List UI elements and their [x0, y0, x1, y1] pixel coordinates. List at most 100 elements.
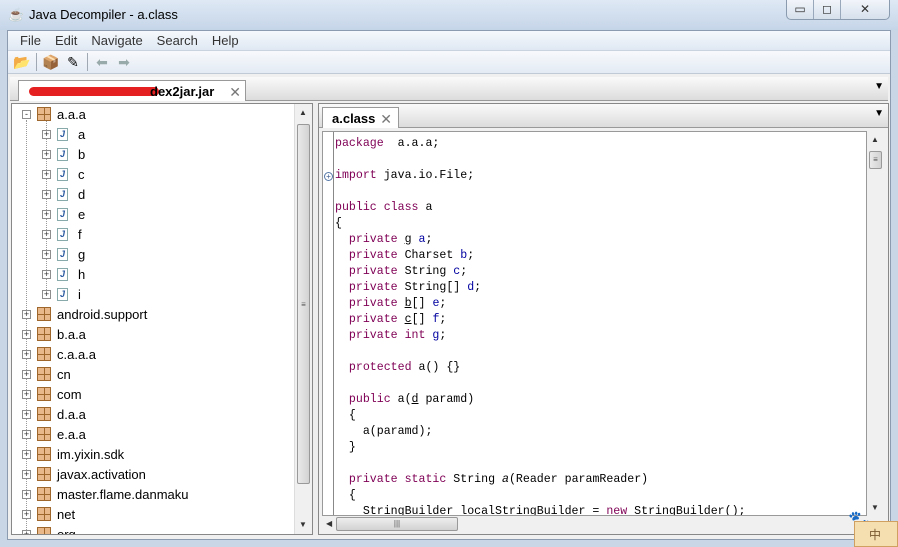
toolbar: 📂 📦 ✎ ⬅ ➡ [8, 51, 890, 74]
close-button[interactable]: ✕ [841, 0, 889, 19]
main-window: File Edit Navigate Search Help 📂 📦 ✎ ⬅ ➡ dex2jar… [7, 30, 891, 540]
code-horizontal-scrollbar[interactable]: ◀ ||| [322, 516, 867, 533]
expand-icon[interactable]: + [22, 309, 31, 319]
tab-jar-file[interactable]: dex2jar.jar ✕ [18, 80, 246, 101]
expand-icon[interactable]: + [22, 489, 31, 499]
close-tab-icon[interactable]: ✕ [380, 111, 392, 128]
tree-item-package[interactable]: + e.a.a [22, 424, 86, 444]
expand-icon[interactable]: + [22, 389, 31, 399]
expand-icon[interactable]: + [22, 349, 31, 359]
tree-item-class[interactable]: + Jb [42, 144, 85, 164]
forward-button[interactable]: ➡ [113, 52, 135, 72]
ime-indicator[interactable]: 中 [854, 521, 898, 547]
class-tab-bar: a.class ✕ ▼ [319, 104, 888, 128]
tab-list-dropdown-icon[interactable]: ▼ [874, 81, 884, 92]
expand-icon[interactable]: + [42, 229, 51, 239]
tree-item-class[interactable]: + Jh [42, 264, 85, 284]
tree-item-package[interactable]: + im.yixin.sdk [22, 444, 124, 464]
source-code-view[interactable]: package a.a.a; import java.io.File; public… [322, 131, 867, 516]
tree-item-label: b [78, 146, 86, 162]
scroll-thumb[interactable]: ||| [336, 517, 458, 531]
maximize-button[interactable]: ◻ [814, 0, 841, 19]
tree-item-class[interactable]: + Jg [42, 244, 85, 264]
code-vertical-scrollbar[interactable]: ▲ ≡ ▼ [867, 131, 885, 516]
tree-item-class[interactable]: + Jd [42, 184, 85, 204]
expand-icon[interactable]: + [42, 209, 51, 219]
expand-icon[interactable]: + [22, 469, 31, 479]
tree-item-package[interactable]: + d.a.a [22, 404, 86, 424]
collapse-icon[interactable]: - [22, 109, 31, 119]
tree-item-package[interactable]: + com [22, 384, 82, 404]
code-token: Charset [397, 249, 461, 262]
menu-file[interactable]: File [13, 31, 48, 50]
expand-icon[interactable]: + [42, 249, 51, 259]
tab-list-dropdown-icon[interactable]: ▼ [874, 108, 884, 119]
tree-item-package[interactable]: + net [22, 504, 75, 524]
scroll-down-icon[interactable]: ▼ [299, 520, 307, 529]
package-icon [37, 467, 51, 481]
search-button[interactable]: ✎ [62, 52, 84, 72]
expand-icon[interactable]: + [22, 449, 31, 459]
tree-item-package[interactable]: + master.flame.danmaku [22, 484, 189, 504]
menu-search[interactable]: Search [150, 31, 205, 50]
tab-a-class[interactable]: a.class ✕ [322, 107, 399, 128]
expand-icon[interactable]: + [22, 329, 31, 339]
search-icon: ✎ [67, 54, 79, 70]
tree-item-package[interactable]: + c.a.a.a [22, 344, 96, 364]
tree-item-package[interactable]: + cn [22, 364, 71, 384]
back-button[interactable]: ⬅ [91, 52, 113, 72]
scroll-left-icon[interactable]: ◀ [326, 519, 332, 528]
menu-edit[interactable]: Edit [48, 31, 84, 50]
tree-item-package[interactable]: + android.support [22, 304, 147, 324]
expand-icon[interactable]: + [42, 189, 51, 199]
expand-icon[interactable]: + [42, 289, 51, 299]
code-line: a(paramd); [335, 424, 433, 440]
java-class-file-icon: J [57, 247, 68, 261]
package-icon [37, 407, 51, 421]
close-tab-icon[interactable]: ✕ [229, 84, 241, 101]
expand-icon[interactable]: + [42, 169, 51, 179]
tree-item-class[interactable]: + Jc [42, 164, 85, 184]
expand-icon[interactable]: + [22, 529, 31, 534]
tree-item-class[interactable]: + Ji [42, 284, 81, 304]
code-token: a( [390, 393, 412, 406]
expand-icon[interactable]: + [22, 509, 31, 519]
tree-item-package[interactable]: - a.a.a [22, 104, 86, 124]
package-icon [37, 527, 51, 534]
scroll-thumb[interactable]: ≡ [297, 124, 310, 484]
expand-icon[interactable]: + [22, 369, 31, 379]
minimize-button[interactable]: ▭ [787, 0, 814, 19]
menu-help[interactable]: Help [205, 31, 246, 50]
tree-item-package[interactable]: + org [22, 524, 76, 534]
tree-item-class[interactable]: + Ja [42, 124, 85, 144]
expand-icon[interactable]: + [42, 149, 51, 159]
expand-icon[interactable]: + [42, 269, 51, 279]
tree-item-class[interactable]: + Jf [42, 224, 82, 244]
scroll-thumb[interactable]: ≡ [869, 151, 882, 169]
code-line: public a(d paramd) [335, 392, 474, 408]
expand-icon[interactable]: + [22, 409, 31, 419]
package-icon [37, 367, 51, 381]
open-type-button[interactable]: 📦 [40, 52, 62, 72]
code-line: private String[] d; [335, 280, 481, 296]
code-token: public class [335, 201, 419, 214]
expand-icon[interactable]: + [22, 429, 31, 439]
tree-scrollbar[interactable]: ▲ ≡ ▼ [294, 104, 312, 534]
tree-item-package[interactable]: + b.a.a [22, 324, 86, 344]
scroll-up-icon[interactable]: ▲ [299, 108, 307, 117]
tree-item-label: org [57, 526, 76, 535]
scroll-up-icon[interactable]: ▲ [871, 135, 879, 144]
tree-item-class[interactable]: + Je [42, 204, 85, 224]
expand-fold-icon[interactable]: + [324, 172, 333, 181]
open-file-button[interactable]: 📂 [11, 52, 33, 72]
scroll-down-icon[interactable]: ▼ [871, 503, 879, 512]
menu-navigate[interactable]: Navigate [84, 31, 149, 50]
code-line: StringBuilder localStringBuilder = new S… [335, 504, 746, 515]
expand-icon[interactable]: + [42, 129, 51, 139]
tree-item-package[interactable]: + javax.activation [22, 464, 146, 484]
code-token: a(paramd); [335, 425, 433, 438]
